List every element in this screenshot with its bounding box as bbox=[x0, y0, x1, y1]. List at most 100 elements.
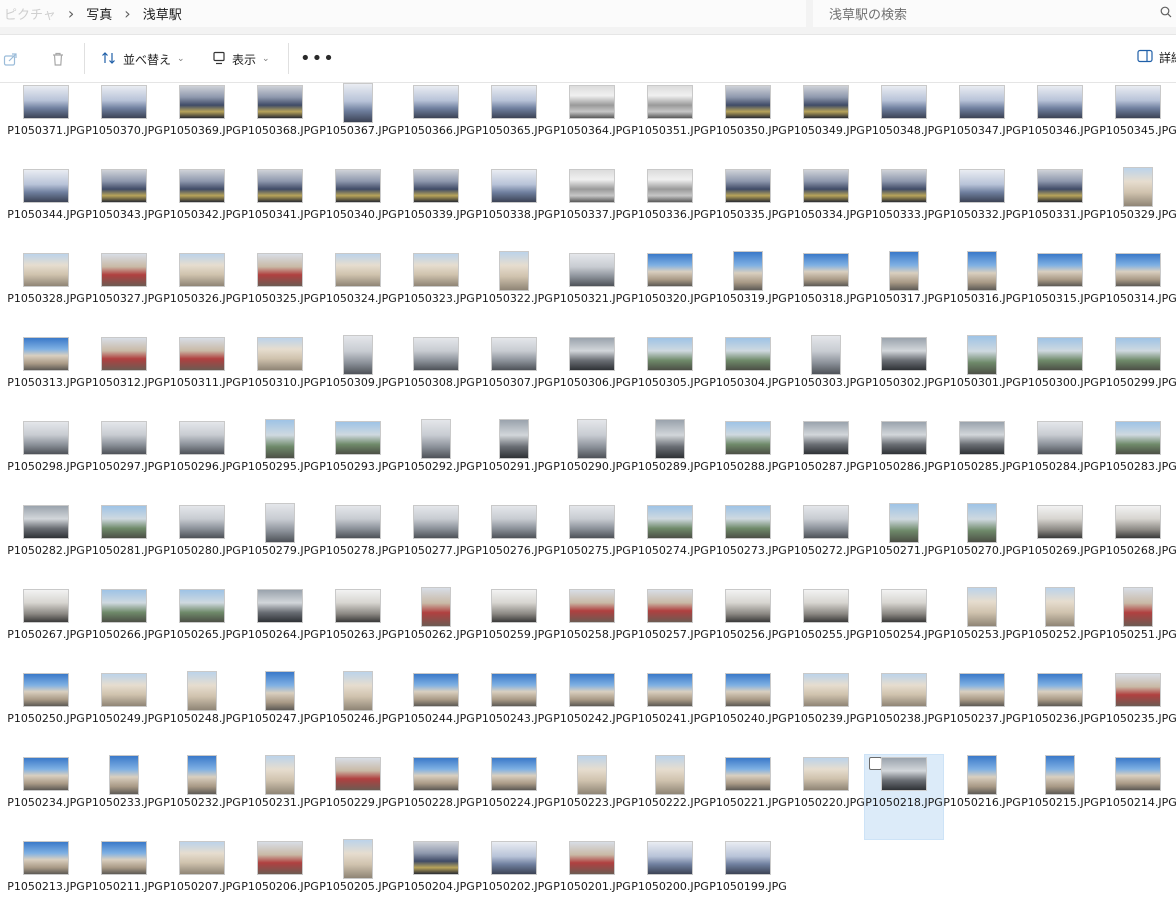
file-item[interactable]: P1050283.JPG bbox=[1099, 419, 1176, 503]
file-name[interactable]: P1050215.JPG bbox=[1021, 796, 1099, 810]
file-item[interactable]: P1050275.JPG bbox=[553, 503, 631, 587]
file-thumbnail[interactable] bbox=[725, 421, 771, 455]
file-item[interactable]: P1050325.JPG bbox=[241, 251, 319, 335]
file-thumbnail[interactable] bbox=[343, 839, 373, 879]
file-thumbnail[interactable] bbox=[967, 755, 997, 795]
file-name[interactable]: P1050331.JPG bbox=[1021, 208, 1099, 222]
file-item[interactable]: P1050269.JPG bbox=[1021, 503, 1099, 587]
file-name[interactable]: P1050320.JPG bbox=[631, 292, 709, 306]
file-item[interactable]: P1050235.JPG bbox=[1099, 671, 1176, 755]
file-item[interactable]: P1050222.JPG bbox=[631, 755, 709, 839]
file-name[interactable]: P1050351.JPG bbox=[631, 124, 709, 138]
file-name[interactable]: P1050291.JPG bbox=[475, 460, 553, 474]
file-thumbnail[interactable] bbox=[413, 757, 459, 791]
file-name[interactable]: P1050364.JPG bbox=[553, 124, 631, 138]
file-name[interactable]: P1050280.JPG bbox=[163, 544, 241, 558]
file-thumbnail[interactable] bbox=[335, 169, 381, 203]
file-thumbnail[interactable] bbox=[257, 589, 303, 623]
file-name[interactable]: P1050248.JPG bbox=[163, 712, 241, 726]
file-name[interactable]: P1050370.JPG bbox=[85, 124, 163, 138]
details-pane-button[interactable]: 詳細 bbox=[1137, 49, 1176, 66]
file-thumbnail[interactable] bbox=[881, 673, 927, 707]
file-name[interactable]: P1050344.JPG bbox=[7, 208, 85, 222]
file-name[interactable]: P1050313.JPG bbox=[7, 376, 85, 390]
file-thumbnail[interactable] bbox=[101, 169, 147, 203]
file-item[interactable]: P1050220.JPG bbox=[787, 755, 865, 839]
file-name[interactable]: P1050206.JPG bbox=[241, 880, 319, 894]
file-thumbnail[interactable] bbox=[491, 85, 537, 119]
file-item[interactable]: P1050341.JPG bbox=[241, 167, 319, 251]
file-item[interactable]: P1050304.JPG bbox=[709, 335, 787, 419]
file-item[interactable]: P1050234.JPG bbox=[7, 755, 85, 839]
file-name[interactable]: P1050339.JPG bbox=[397, 208, 475, 222]
file-item[interactable]: P1050297.JPG bbox=[85, 419, 163, 503]
file-name[interactable]: P1050306.JPG bbox=[553, 376, 631, 390]
file-name[interactable]: P1050301.JPG bbox=[943, 376, 1021, 390]
file-thumbnail[interactable] bbox=[569, 841, 615, 875]
file-name[interactable]: P1050229.JPG bbox=[319, 796, 397, 810]
file-name[interactable]: P1050211.JPG bbox=[85, 880, 163, 894]
file-name[interactable]: P1050304.JPG bbox=[709, 376, 787, 390]
file-thumbnail[interactable] bbox=[23, 85, 69, 119]
file-thumbnail[interactable] bbox=[967, 335, 997, 375]
file-thumbnail[interactable] bbox=[803, 757, 849, 791]
file-thumbnail[interactable] bbox=[733, 251, 763, 291]
file-thumbnail[interactable] bbox=[413, 169, 459, 203]
file-thumbnail[interactable] bbox=[967, 251, 997, 291]
file-item[interactable]: P1050312.JPG bbox=[85, 335, 163, 419]
file-name[interactable]: P1050238.JPG bbox=[865, 712, 943, 726]
file-item[interactable]: P1050259.JPG bbox=[475, 587, 553, 671]
file-thumbnail[interactable] bbox=[23, 841, 69, 875]
file-item[interactable]: P1050270.JPG bbox=[943, 503, 1021, 587]
file-name[interactable]: P1050257.JPG bbox=[631, 628, 709, 642]
file-thumbnail[interactable] bbox=[187, 755, 217, 795]
file-name[interactable]: P1050252.JPG bbox=[1021, 628, 1099, 642]
file-name[interactable]: P1050317.JPG bbox=[865, 292, 943, 306]
file-thumbnail[interactable] bbox=[265, 503, 295, 543]
file-name[interactable]: P1050241.JPG bbox=[631, 712, 709, 726]
file-name[interactable]: P1050274.JPG bbox=[631, 544, 709, 558]
file-thumbnail[interactable] bbox=[725, 589, 771, 623]
file-item[interactable]: P1050241.JPG bbox=[631, 671, 709, 755]
file-item[interactable]: P1050302.JPG bbox=[865, 335, 943, 419]
file-item[interactable]: P1050215.JPG bbox=[1021, 755, 1099, 839]
file-thumbnail[interactable] bbox=[881, 589, 927, 623]
file-name[interactable]: P1050268.JPG bbox=[1099, 544, 1176, 558]
file-thumbnail[interactable] bbox=[335, 421, 381, 455]
file-thumbnail[interactable] bbox=[187, 671, 217, 711]
file-item[interactable]: P1050343.JPG bbox=[85, 167, 163, 251]
file-name[interactable]: P1050235.JPG bbox=[1099, 712, 1176, 726]
file-name[interactable]: P1050270.JPG bbox=[943, 544, 1021, 558]
file-item[interactable]: P1050254.JPG bbox=[865, 587, 943, 671]
file-thumbnail[interactable] bbox=[265, 755, 295, 795]
file-item[interactable]: P1050262.JPG bbox=[397, 587, 475, 671]
file-item[interactable]: P1050216.JPG bbox=[943, 755, 1021, 839]
file-name[interactable]: P1050348.JPG bbox=[865, 124, 943, 138]
file-name[interactable]: P1050287.JPG bbox=[787, 460, 865, 474]
file-item[interactable]: P1050237.JPG bbox=[943, 671, 1021, 755]
file-item[interactable]: P1050240.JPG bbox=[709, 671, 787, 755]
file-name[interactable]: P1050199.JPG bbox=[709, 880, 787, 894]
file-item[interactable]: P1050228.JPG bbox=[397, 755, 475, 839]
file-name[interactable]: P1050204.JPG bbox=[397, 880, 475, 894]
file-thumbnail[interactable] bbox=[23, 253, 69, 287]
file-thumbnail[interactable] bbox=[257, 85, 303, 119]
file-item[interactable]: P1050310.JPG bbox=[241, 335, 319, 419]
file-thumbnail[interactable] bbox=[179, 253, 225, 287]
file-thumbnail[interactable] bbox=[343, 335, 373, 375]
file-name[interactable]: P1050273.JPG bbox=[709, 544, 787, 558]
file-name[interactable]: P1050303.JPG bbox=[787, 376, 865, 390]
breadcrumb[interactable]: ピクチャ › 写真 › 浅草駅 bbox=[0, 0, 806, 27]
file-thumbnail[interactable] bbox=[803, 673, 849, 707]
file-item[interactable]: P1050349.JPG bbox=[787, 83, 865, 167]
file-thumbnail[interactable] bbox=[343, 83, 373, 123]
file-name[interactable]: P1050279.JPG bbox=[241, 544, 319, 558]
file-item[interactable]: P1050367.JPG bbox=[319, 83, 397, 167]
file-item[interactable]: P1050271.JPG bbox=[865, 503, 943, 587]
file-thumbnail[interactable] bbox=[1115, 337, 1161, 371]
file-item[interactable]: P1050327.JPG bbox=[85, 251, 163, 335]
file-item[interactable]: P1050305.JPG bbox=[631, 335, 709, 419]
file-item[interactable]: P1050286.JPG bbox=[865, 419, 943, 503]
file-name[interactable]: P1050228.JPG bbox=[397, 796, 475, 810]
file-name[interactable]: P1050207.JPG bbox=[163, 880, 241, 894]
